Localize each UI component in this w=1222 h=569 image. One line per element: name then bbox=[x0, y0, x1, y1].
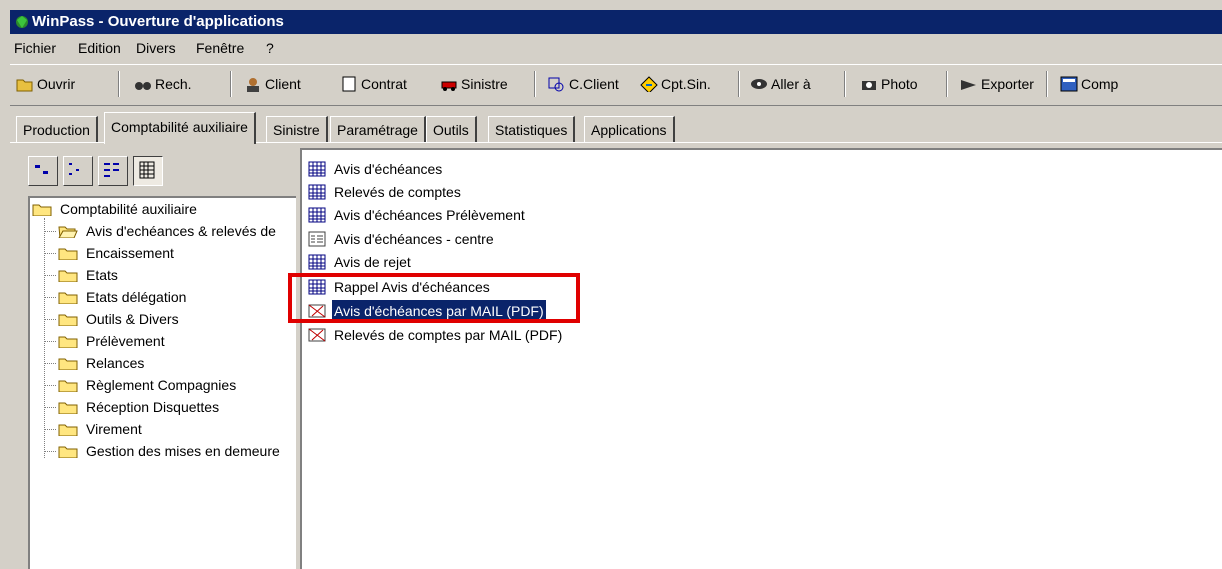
toolbar-separator bbox=[534, 71, 536, 97]
tab-strip: Production Comptabilité auxiliaire Sinis… bbox=[10, 108, 1222, 144]
list-view-button[interactable] bbox=[98, 156, 128, 186]
tab-applications[interactable]: Applications bbox=[584, 116, 675, 143]
menu-divers[interactable]: Divers bbox=[136, 36, 176, 60]
menu-help[interactable]: ? bbox=[266, 36, 274, 60]
window-title: WinPass - Ouverture d'applications bbox=[32, 13, 284, 30]
client-account-button[interactable]: C.Client bbox=[548, 71, 619, 97]
search-client-icon bbox=[548, 77, 564, 92]
claim-account-button[interactable]: Cpt.Sin. bbox=[640, 71, 711, 97]
menu-fichier[interactable]: Fichier bbox=[14, 36, 56, 60]
folder-icon bbox=[58, 314, 78, 326]
winpass-logo-icon bbox=[16, 16, 28, 28]
toolbar-separator bbox=[844, 71, 846, 97]
export-button[interactable]: Exporter bbox=[960, 71, 1034, 97]
tab-sinistre[interactable]: Sinistre bbox=[266, 116, 328, 143]
toolbar-separator bbox=[118, 71, 120, 97]
grid-report-icon bbox=[308, 184, 326, 200]
calculator-icon bbox=[1060, 76, 1078, 92]
tree-panel: Comptabilité auxiliaire Avis d'echéances… bbox=[28, 196, 296, 569]
binoculars-icon bbox=[135, 82, 151, 90]
details-icon bbox=[139, 161, 155, 179]
toolbar-separator bbox=[946, 71, 948, 97]
folder-icon bbox=[58, 270, 78, 282]
folder-icon bbox=[58, 380, 78, 392]
camera-icon bbox=[862, 81, 876, 90]
menu-fenetre[interactable]: Fenêtre bbox=[196, 36, 244, 60]
contract-button[interactable]: Contrat bbox=[340, 71, 407, 97]
toolbar-separator bbox=[230, 71, 232, 97]
tab-parametrage[interactable]: Paramétrage bbox=[330, 116, 426, 143]
tab-comptabilite-auxiliaire[interactable]: Comptabilité auxiliaire bbox=[104, 112, 256, 144]
grid-report-icon bbox=[308, 254, 326, 270]
title-bar: WinPass - Ouverture d'applications bbox=[10, 10, 1222, 34]
folder-icon bbox=[58, 248, 78, 260]
folder-icon bbox=[58, 446, 78, 458]
claim-button[interactable]: Sinistre bbox=[440, 71, 508, 97]
list-icon bbox=[104, 163, 119, 177]
folder-icon bbox=[58, 358, 78, 370]
search-button[interactable]: Rech. bbox=[134, 71, 192, 97]
goto-button[interactable]: Aller à bbox=[750, 71, 811, 97]
toolbar: Ouvrir Rech. Client Contrat Sinistre C.C… bbox=[10, 64, 1222, 106]
highlight-box bbox=[288, 273, 580, 323]
document-icon bbox=[342, 76, 356, 92]
menu-edition[interactable]: Edition bbox=[78, 36, 121, 60]
export-arrow-icon bbox=[961, 80, 976, 90]
eye-icon bbox=[751, 79, 767, 89]
folder-icon bbox=[58, 402, 78, 414]
folder-icon bbox=[58, 336, 78, 348]
open-button[interactable]: Ouvrir bbox=[16, 71, 75, 97]
mail-pdf-icon bbox=[308, 328, 326, 342]
toolbar-separator bbox=[1046, 71, 1048, 97]
client-button[interactable]: Client bbox=[244, 71, 301, 97]
tab-statistiques[interactable]: Statistiques bbox=[488, 116, 576, 143]
calculator-button[interactable]: Comp bbox=[1060, 71, 1118, 97]
report-list-panel: Avis d'échéances Relevés de comptes Avis… bbox=[300, 148, 1222, 569]
large-icons-view-button[interactable] bbox=[28, 156, 58, 186]
folder-icon bbox=[58, 424, 78, 436]
client-icon bbox=[247, 78, 259, 92]
grid-report-icon bbox=[308, 161, 326, 177]
folder-icon bbox=[32, 204, 52, 216]
folder-icon bbox=[58, 292, 78, 304]
warning-sign-icon bbox=[640, 76, 658, 92]
small-icons-view-button[interactable] bbox=[63, 156, 93, 186]
folder-open-icon bbox=[58, 226, 78, 238]
photo-button[interactable]: Photo bbox=[860, 71, 918, 97]
grid-report-icon bbox=[308, 207, 326, 223]
car-crash-icon bbox=[441, 81, 457, 91]
folder-open-icon bbox=[16, 79, 33, 92]
details-view-button[interactable] bbox=[133, 156, 163, 186]
large-icons-icon bbox=[35, 165, 48, 174]
tab-production[interactable]: Production bbox=[16, 116, 98, 143]
tab-outils[interactable]: Outils bbox=[426, 116, 477, 143]
small-icons-icon bbox=[69, 163, 79, 175]
form-report-icon bbox=[308, 231, 326, 247]
menu-bar: Fichier Edition Divers Fenêtre ? bbox=[10, 36, 1222, 60]
toolbar-separator bbox=[738, 71, 740, 97]
view-mode-buttons bbox=[28, 156, 168, 186]
